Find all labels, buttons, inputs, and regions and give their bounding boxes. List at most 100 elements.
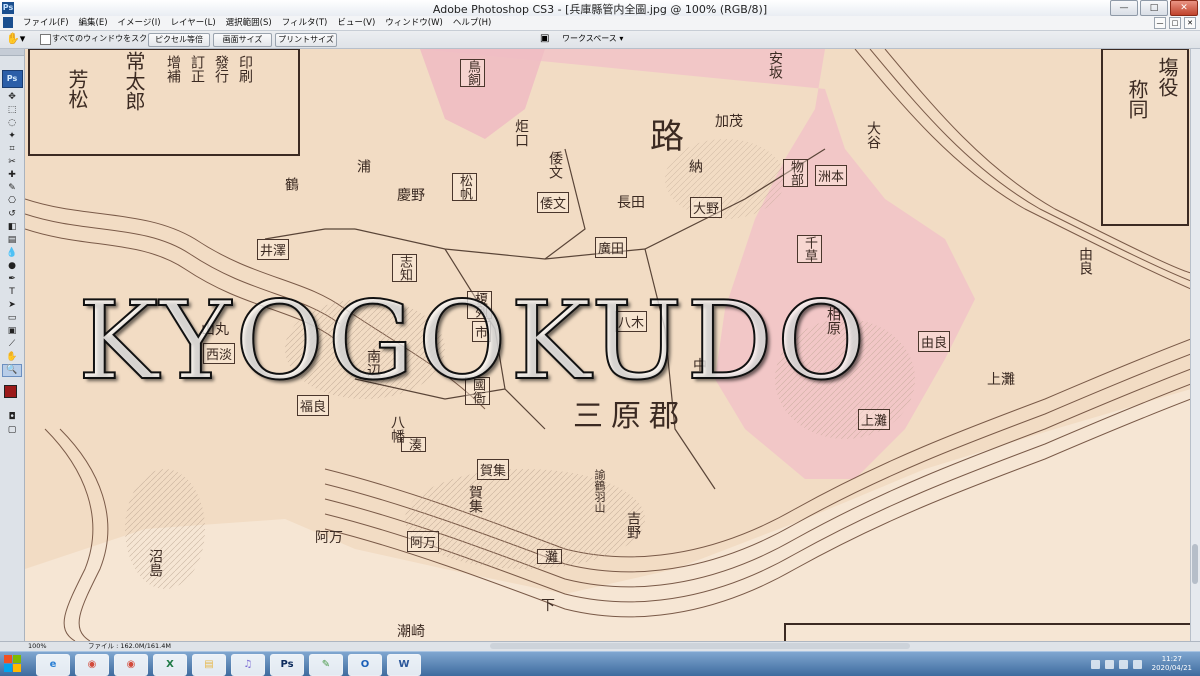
vertical-scroll-thumb[interactable] <box>1192 544 1198 584</box>
marquee-icon[interactable]: ⬚ <box>3 104 21 117</box>
taskbar-app-excel[interactable]: X <box>153 654 187 676</box>
blur-icon[interactable]: 💧 <box>3 247 21 260</box>
village-box-yura: 由良 <box>918 331 951 352</box>
place-ansaka: 安坂 <box>767 51 783 79</box>
right-box-label-1: 塲役 <box>1155 57 1179 97</box>
village-box-sumoto: 洲本 <box>815 165 848 186</box>
lasso-icon[interactable]: ◌ <box>3 117 21 130</box>
eyedropper-icon[interactable]: ⟋ <box>3 338 21 351</box>
taskbar-app-ie[interactable]: e <box>36 654 70 676</box>
tools-panel: Ps ✥ ⬚ ◌ ✦ ⌗ ✂ ✚ ✎ ⎔ ↺ ◧ ▤ 💧 ● ✒ T ➤ ▭ ▣ ⟋ ✋ 🔍 ◘ ▢ <box>0 49 25 641</box>
hand-tool-preset-icon[interactable]: ✋▾ <box>6 32 26 46</box>
doc-minimize-button[interactable]: — <box>1154 17 1166 29</box>
restore-button[interactable]: □ <box>1140 0 1168 16</box>
menu-items: ファイル(F) 編集(E) イメージ(I) レイヤー(L) 選択範囲(S) フィルタ(T)… <box>18 16 496 30</box>
network-icon[interactable] <box>1104 659 1114 669</box>
print-size-button[interactable]: プリントサイズ <box>275 33 337 47</box>
color-swatches <box>0 383 24 411</box>
publisher-name-2: 芳松 <box>65 69 89 109</box>
stamp-icon[interactable]: ⎔ <box>3 195 21 208</box>
quick-mask-icon[interactable]: ◘ <box>3 411 21 424</box>
tools-panel-grip[interactable] <box>0 49 24 56</box>
scroll-all-windows-checkbox[interactable] <box>40 34 51 45</box>
menu-item[interactable]: イメージ(I) <box>113 16 166 30</box>
clock-time: 11:27 <box>1161 655 1182 663</box>
ps-menu-icon[interactable] <box>3 17 13 28</box>
village-box-chigusa: 千草 <box>797 235 822 263</box>
clock[interactable]: 11:27 2020/04/21 <box>1152 655 1192 673</box>
village-box-yagi: 八木 <box>615 311 648 332</box>
taskbar-app-itunes[interactable]: ♫ <box>231 654 265 676</box>
taskbar-app-outlook[interactable]: O <box>348 654 382 676</box>
zoom-level[interactable]: 100% <box>28 642 47 651</box>
fit-screen-button[interactable]: 画面サイズ <box>213 33 272 47</box>
document-canvas[interactable]: 印刷 發行 訂正 增補 常太郎 芳松 塲役 称同 三原郡 路 鳥飼 松帆 倭文 … <box>25 49 1191 641</box>
village-box-ono: 大野 <box>690 197 723 218</box>
menu-item[interactable]: ファイル(F) <box>18 16 74 30</box>
village-box-seidan: 西淡 <box>203 343 236 364</box>
place-hachiman: 八幡 <box>389 415 405 443</box>
brush-icon[interactable]: ✎ <box>3 182 21 195</box>
menu-item[interactable]: レイヤー(L) <box>166 16 221 30</box>
workspace-icon[interactable]: ▣ <box>540 33 556 45</box>
eraser-icon[interactable]: ◧ <box>3 221 21 234</box>
type-icon[interactable]: T <box>3 286 21 299</box>
title-bar: Ps Adobe Photoshop CS3 - [兵庫縣管内全圖.jpg @ … <box>0 0 1200 17</box>
close-button[interactable]: ✕ <box>1170 0 1198 16</box>
start-button[interactable] <box>4 655 22 673</box>
place-takenokuchi: 炬口 <box>513 119 529 147</box>
place-otani: 大谷 <box>865 121 881 149</box>
healing-icon[interactable]: ✚ <box>3 169 21 182</box>
menu-item[interactable]: ビュー(V) <box>332 16 380 30</box>
village-box-nada: 灘 <box>537 549 562 564</box>
foreground-color-swatch[interactable] <box>4 385 17 398</box>
magic-wand-icon[interactable]: ✦ <box>3 130 21 143</box>
ime-icon[interactable] <box>1132 659 1142 669</box>
village-box-aman: 阿万 <box>407 531 440 552</box>
hand-icon[interactable]: ✋ <box>3 351 21 364</box>
slice-icon[interactable]: ✂ <box>3 156 21 169</box>
publisher-issue-label: 發行 <box>213 55 229 83</box>
place-shiozaki: 潮崎 <box>397 624 425 640</box>
taskbar-app-chrome[interactable]: ◉ <box>114 654 148 676</box>
flag-icon[interactable] <box>1090 659 1100 669</box>
region-label-ji: 路 <box>650 117 684 157</box>
minimize-button[interactable]: — <box>1110 0 1138 16</box>
zoom-icon[interactable]: 🔍 <box>2 364 22 377</box>
move-icon[interactable]: ✥ <box>3 91 21 104</box>
workspace-menu[interactable]: ワークスペース ▾ <box>562 33 623 44</box>
horizontal-scrollbar[interactable] <box>490 643 910 649</box>
crop-icon[interactable]: ⌗ <box>3 143 21 156</box>
place-shimo: 下 <box>541 598 555 614</box>
menu-item[interactable]: フィルタ(T) <box>277 16 333 30</box>
doc-close-button[interactable]: ✕ <box>1184 17 1196 29</box>
taskbar-app-word[interactable]: W <box>387 654 421 676</box>
menu-item[interactable]: ウィンドウ(W) <box>380 16 448 30</box>
taskbar-app-folder[interactable]: ▤ <box>192 654 226 676</box>
history-brush-icon[interactable]: ↺ <box>3 208 21 221</box>
system-tray: 11:27 2020/04/21 <box>1086 654 1192 674</box>
village-box-kashu: 賀集 <box>477 459 510 480</box>
actual-pixels-button[interactable]: ピクセル等倍 <box>148 33 210 47</box>
path-select-icon[interactable]: ➤ <box>3 299 21 312</box>
menu-item[interactable]: ヘルプ(H) <box>448 16 497 30</box>
volume-icon[interactable] <box>1118 659 1128 669</box>
gradient-icon[interactable]: ▤ <box>3 234 21 247</box>
taskbar-app-paint[interactable]: ✎ <box>309 654 343 676</box>
pen-icon[interactable]: ✒ <box>3 273 21 286</box>
place-yamamaru: 山丸 <box>201 322 229 338</box>
windows-taskbar: e ◉ ◉ X ▤ ♫ Ps ✎ O W 11:27 2020/04/21 <box>0 651 1200 676</box>
village-box-enami: 榎列 <box>467 291 492 319</box>
publisher-print-label: 印刷 <box>237 55 253 83</box>
place-keino: 慶野 <box>397 188 425 204</box>
notes-icon[interactable]: ▣ <box>3 325 21 338</box>
shape-icon[interactable]: ▭ <box>3 312 21 325</box>
doc-restore-button[interactable]: □ <box>1169 17 1181 29</box>
taskbar-app-chrome[interactable]: ◉ <box>75 654 109 676</box>
vertical-scrollbar[interactable] <box>1190 49 1200 641</box>
dodge-icon[interactable]: ● <box>3 260 21 273</box>
menu-item[interactable]: 編集(E) <box>74 16 113 30</box>
menu-item[interactable]: 選択範囲(S) <box>221 16 277 30</box>
screen-mode-icon[interactable]: ▢ <box>3 424 21 437</box>
taskbar-app-ps[interactable]: Ps <box>270 654 304 676</box>
